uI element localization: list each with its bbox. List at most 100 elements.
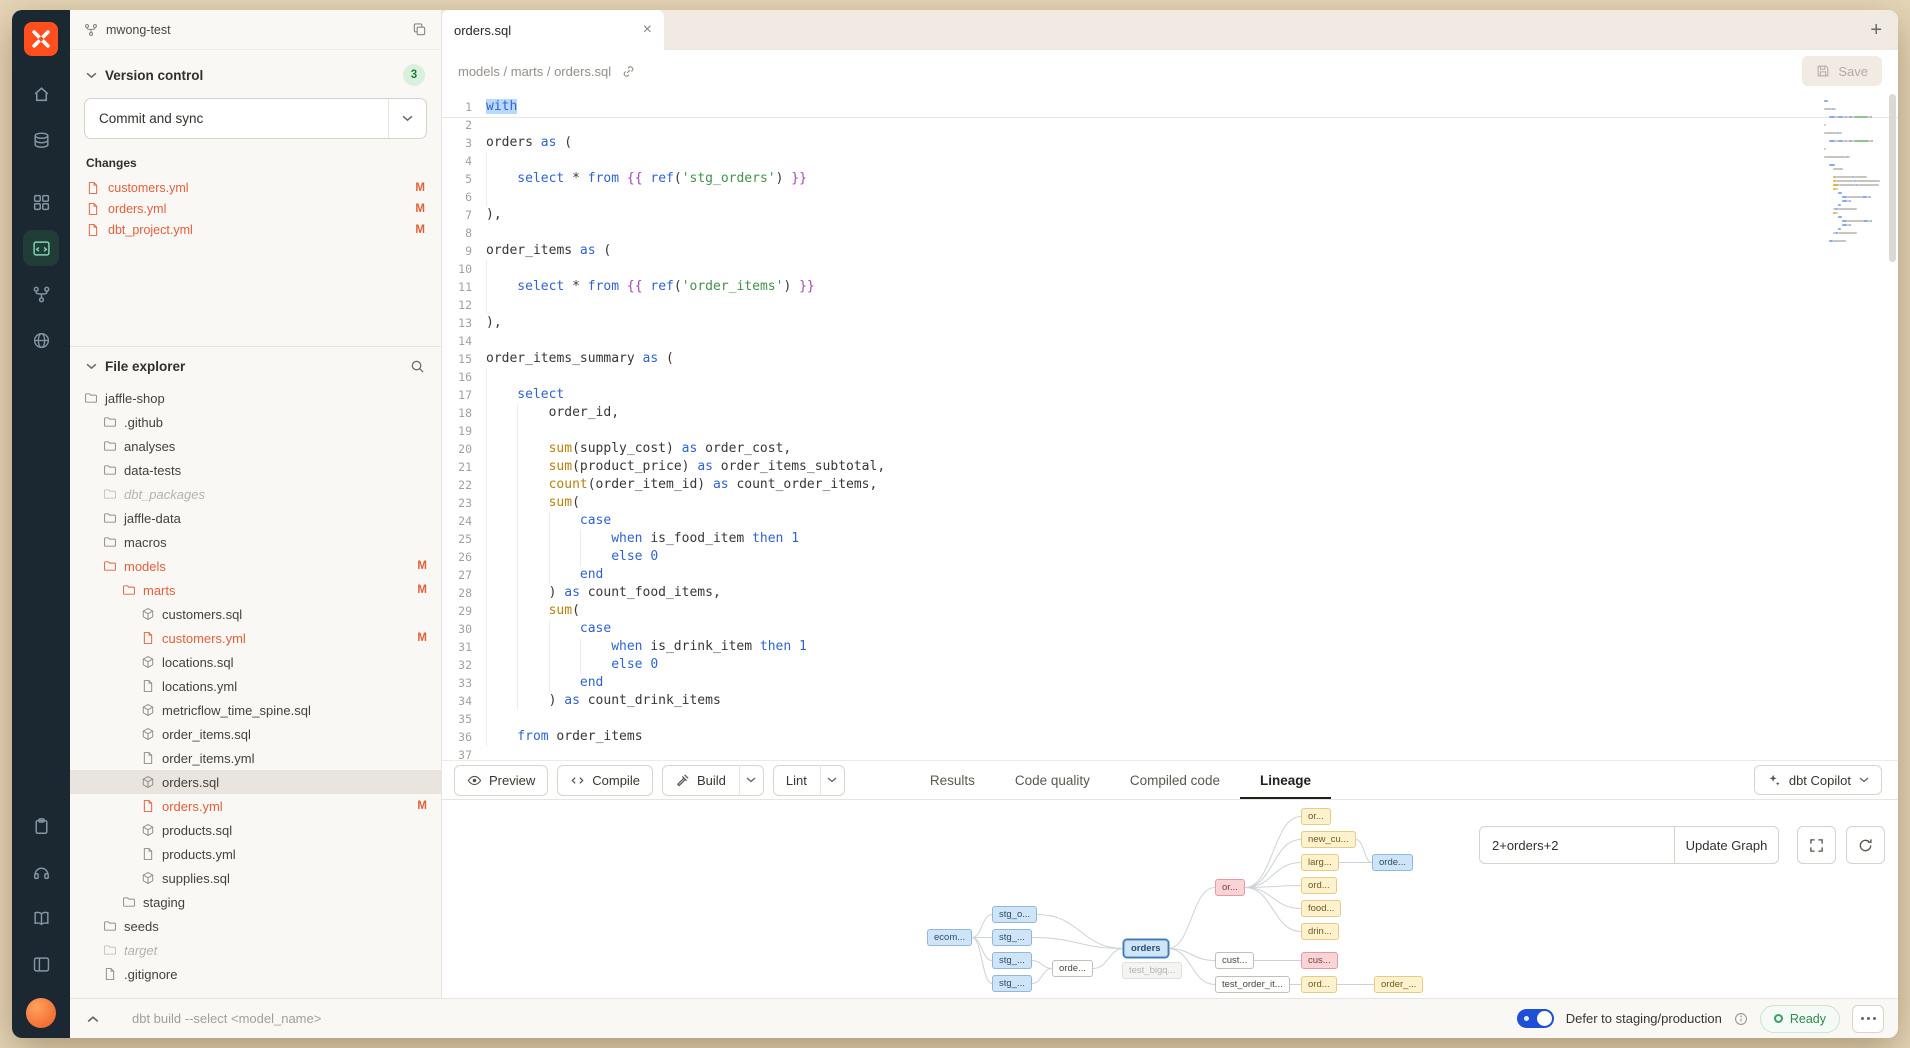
- code-text[interactable]: [486, 296, 517, 314]
- tree-item-order-items-sql[interactable]: order_items.sql: [70, 722, 441, 746]
- tab-compiled-code[interactable]: Compiled code: [1110, 761, 1240, 799]
- tree-item-locations-yml[interactable]: locations.yml: [70, 674, 441, 698]
- code-text[interactable]: count(order_item_id) as count_order_item…: [486, 476, 877, 494]
- lineage-node[interactable]: stg_...: [992, 952, 1032, 969]
- code-text[interactable]: orders as (: [486, 134, 572, 152]
- tree-item-target[interactable]: target: [70, 938, 441, 962]
- refresh-button[interactable]: [1846, 826, 1885, 864]
- change-item[interactable]: dbt_project.ymlM: [70, 219, 441, 240]
- code-text[interactable]: [486, 422, 549, 440]
- lineage-node[interactable]: test_order_it...: [1215, 976, 1290, 993]
- tree-item-supplies-sql[interactable]: supplies.sql: [70, 866, 441, 890]
- lineage-node[interactable]: ord...: [1301, 877, 1337, 894]
- lineage-node[interactable]: ecom...: [927, 929, 972, 946]
- lineage-node[interactable]: cust...: [1215, 952, 1254, 969]
- close-tab-icon[interactable]: ×: [643, 22, 652, 38]
- tree-item-macros[interactable]: macros: [70, 530, 441, 554]
- code-text[interactable]: end: [486, 566, 603, 584]
- tab-results[interactable]: Results: [910, 761, 995, 799]
- dropdown-chevron-icon[interactable]: [739, 765, 763, 796]
- code-editor[interactable]: 1with23orders as (45select * from {{ ref…: [442, 92, 1898, 760]
- code-text[interactable]: select * from {{ ref('order_items') }}: [486, 278, 815, 296]
- code-text[interactable]: [486, 260, 517, 278]
- tree-item-products-sql[interactable]: products.sql: [70, 818, 441, 842]
- preview-button[interactable]: Preview: [454, 765, 548, 796]
- tree-item--gitignore[interactable]: .gitignore: [70, 962, 441, 986]
- invite-clipboard-icon[interactable]: [23, 808, 59, 844]
- code-text[interactable]: sum(: [486, 494, 580, 512]
- status-badge[interactable]: Ready: [1760, 1005, 1840, 1033]
- tree-item-models[interactable]: modelsM: [70, 554, 441, 578]
- change-item[interactable]: orders.ymlM: [70, 198, 441, 219]
- tree-item-jaffle-shop[interactable]: jaffle-shop: [70, 386, 441, 410]
- lineage-node[interactable]: stg_...: [992, 975, 1032, 992]
- search-icon[interactable]: [410, 359, 425, 374]
- develop-ide-icon[interactable]: [23, 230, 59, 266]
- commit-and-sync-button[interactable]: Commit and sync: [84, 98, 427, 139]
- home-icon[interactable]: [23, 76, 59, 112]
- tree-item-analyses[interactable]: analyses: [70, 434, 441, 458]
- code-text[interactable]: [486, 710, 517, 728]
- code-text[interactable]: [486, 152, 517, 170]
- code-text[interactable]: order_items_summary as (: [486, 350, 674, 368]
- tree-item-customers-sql[interactable]: customers.sql: [70, 602, 441, 626]
- tree-item--github[interactable]: .github: [70, 410, 441, 434]
- code-text[interactable]: case: [486, 512, 611, 530]
- code-text[interactable]: case: [486, 620, 611, 638]
- code-text[interactable]: select: [486, 386, 564, 404]
- chevron-down-icon[interactable]: [86, 363, 97, 370]
- lineage-node[interactable]: stg_o...: [992, 906, 1037, 923]
- tree-item-orders-sql[interactable]: orders.sql: [70, 770, 441, 794]
- code-text[interactable]: from order_items: [486, 728, 643, 746]
- lineage-node[interactable]: order_...: [1374, 976, 1423, 993]
- tree-item-orders-yml[interactable]: orders.ymlM: [70, 794, 441, 818]
- chevron-down-icon[interactable]: [86, 72, 97, 79]
- save-button[interactable]: Save: [1802, 56, 1882, 86]
- chevron-up-icon[interactable]: [80, 1006, 106, 1032]
- lineage-node[interactable]: or...: [1215, 879, 1245, 896]
- tree-item-order-items-yml[interactable]: order_items.yml: [70, 746, 441, 770]
- code-text[interactable]: when is_drink_item then 1: [486, 638, 807, 656]
- user-avatar[interactable]: [26, 998, 56, 1028]
- code-text[interactable]: end: [486, 674, 603, 692]
- info-icon[interactable]: [1734, 1012, 1748, 1026]
- tree-item-marts[interactable]: martsM: [70, 578, 441, 602]
- code-text[interactable]: sum(supply_cost) as order_cost,: [486, 440, 791, 458]
- code-text[interactable]: else 0: [486, 548, 658, 566]
- lineage-node[interactable]: new_cu...: [1301, 831, 1356, 848]
- tab-code-quality[interactable]: Code quality: [995, 761, 1110, 799]
- defer-toggle[interactable]: [1517, 1009, 1554, 1028]
- code-text[interactable]: ),: [486, 206, 502, 224]
- lineage-node[interactable]: ord...: [1301, 976, 1337, 993]
- code-text[interactable]: order_items as (: [486, 242, 611, 260]
- lineage-node[interactable]: stg_...: [992, 929, 1032, 946]
- lineage-node[interactable]: test_bigq...: [1122, 962, 1182, 979]
- orchestration-globe-icon[interactable]: [23, 322, 59, 358]
- deploy-branch-icon[interactable]: [23, 276, 59, 312]
- tree-item-seeds[interactable]: seeds: [70, 914, 441, 938]
- environments-icon[interactable]: [23, 122, 59, 158]
- code-text[interactable]: when is_food_item then 1: [486, 530, 799, 548]
- code-text[interactable]: select * from {{ ref('stg_orders') }}: [486, 170, 807, 188]
- change-item[interactable]: customers.ymlM: [70, 177, 441, 198]
- tree-item-dbt-packages[interactable]: dbt_packages: [70, 482, 441, 506]
- new-tab-button[interactable]: +: [1870, 20, 1882, 40]
- update-graph-button[interactable]: Update Graph: [1675, 826, 1779, 864]
- lineage-selector-input[interactable]: [1479, 826, 1675, 864]
- dropdown-chevron-icon[interactable]: [820, 765, 844, 796]
- scrollbar-thumb[interactable]: [1889, 94, 1896, 262]
- code-text[interactable]: else 0: [486, 656, 658, 674]
- code-text[interactable]: sum(: [486, 602, 580, 620]
- tab-lineage[interactable]: Lineage: [1240, 761, 1331, 799]
- tree-item-locations-sql[interactable]: locations.sql: [70, 650, 441, 674]
- tree-item-data-tests[interactable]: data-tests: [70, 458, 441, 482]
- lineage-node[interactable]: or...: [1301, 808, 1331, 825]
- more-options-button[interactable]: [1852, 1005, 1884, 1033]
- panel-layout-icon[interactable]: [23, 946, 59, 982]
- lineage-panel[interactable]: ecom...stg_o...stg_...stg_...stg_...orde…: [442, 800, 1898, 998]
- docs-book-icon[interactable]: [23, 900, 59, 936]
- code-text[interactable]: with: [486, 98, 517, 116]
- build-button[interactable]: Build: [662, 765, 764, 796]
- code-text[interactable]: [486, 188, 517, 206]
- tree-item-metricflow-time-spine-sql[interactable]: metricflow_time_spine.sql: [70, 698, 441, 722]
